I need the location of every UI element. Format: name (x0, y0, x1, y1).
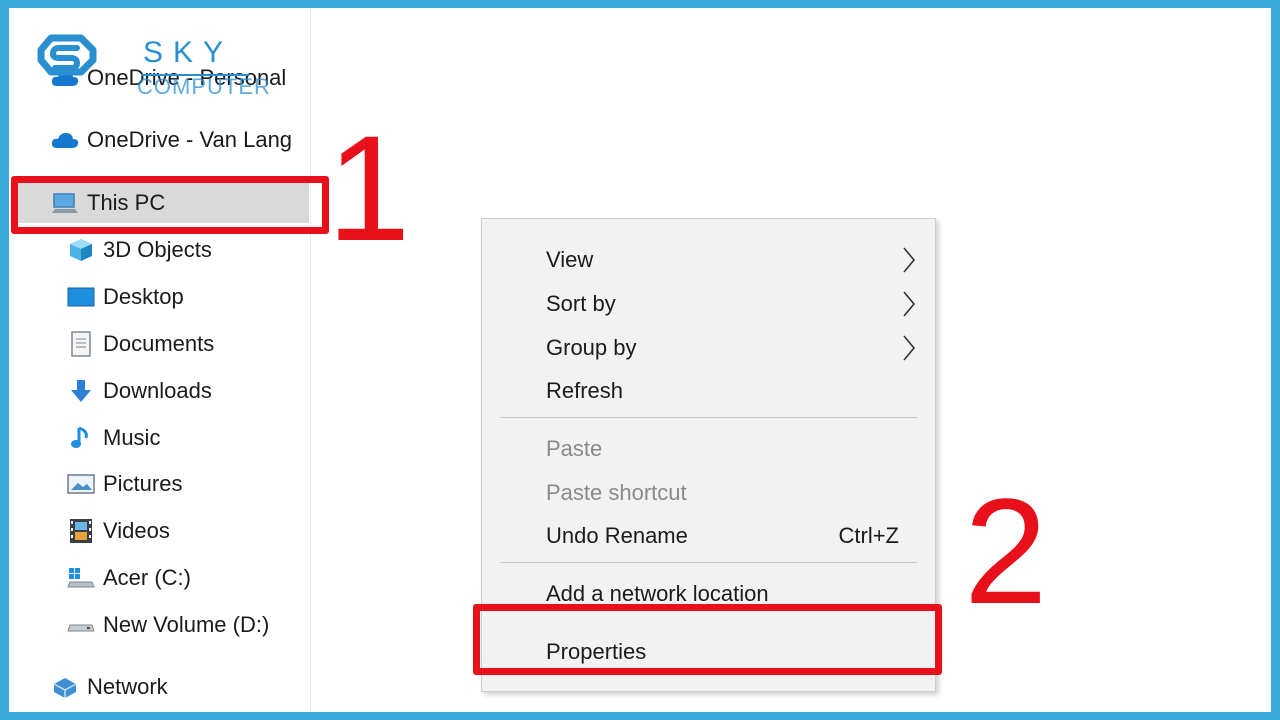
chevron-right-icon (902, 290, 916, 324)
chevron-right-icon (902, 334, 916, 368)
menu-item-paste[interactable]: Paste (482, 429, 935, 469)
menu-separator (500, 417, 917, 418)
menu-label: Undo Rename (546, 523, 688, 548)
menu-label: Refresh (546, 378, 624, 403)
shortcut-hint: Ctrl+Z (838, 523, 900, 548)
nav-label: Network (87, 674, 168, 699)
nav-videos[interactable]: Videos (65, 511, 170, 551)
desktop-icon (65, 283, 97, 311)
nav-3d-objects[interactable]: 3D Objects (65, 230, 212, 270)
nav-pictures[interactable]: Pictures (65, 464, 182, 504)
menu-item-view[interactable]: View (482, 240, 935, 280)
logo-brand: SKY (143, 36, 234, 69)
menu-item-refresh[interactable]: Refresh (482, 371, 935, 411)
nav-label: Videos (103, 518, 170, 543)
film-strip-icon (65, 517, 97, 545)
chevron-right-icon (902, 246, 916, 280)
highlight-box-properties (473, 604, 942, 675)
network-icon (49, 673, 81, 701)
menu-item-sort-by[interactable]: Sort by (482, 284, 935, 324)
menu-item-undo-rename[interactable]: Undo Rename Ctrl+Z (482, 516, 935, 556)
nav-label: Music (103, 425, 161, 450)
sky-computer-logo: SKY COMPUTER (37, 30, 270, 100)
nav-network[interactable]: Network (49, 667, 168, 707)
cube-icon (65, 236, 97, 264)
step-number-2: 2 (964, 467, 1048, 635)
nav-label: New Volume (D:) (103, 612, 270, 637)
onedrive-cloud-icon (49, 126, 81, 154)
navigation-pane: OneDrive - Personal OneDrive - Van Lang … (9, 8, 311, 712)
menu-label: Paste shortcut (546, 480, 687, 505)
download-arrow-icon (65, 377, 97, 405)
nav-label: Pictures (103, 471, 183, 496)
nav-drive-d[interactable]: New Volume (D:) (65, 605, 269, 645)
document-icon (65, 330, 97, 358)
menu-label: Group by (546, 335, 637, 360)
nav-label: Downloads (103, 378, 212, 403)
menu-separator (500, 562, 917, 563)
menu-label: Sort by (546, 291, 616, 316)
logo-sub: COMPUTER (137, 74, 271, 99)
windows-drive-icon (65, 564, 97, 592)
nav-music[interactable]: Music (65, 418, 160, 458)
menu-item-group-by[interactable]: Group by (482, 328, 935, 368)
step-number-1: 1 (327, 104, 411, 272)
menu-item-paste-shortcut[interactable]: Paste shortcut (482, 473, 935, 513)
nav-label: 3D Objects (103, 237, 212, 262)
highlight-box-this-pc (11, 176, 329, 234)
nav-label: OneDrive - Van Lang (87, 127, 293, 152)
nav-label: Documents (103, 331, 215, 356)
nav-documents[interactable]: Documents (65, 324, 214, 364)
music-note-icon (65, 424, 97, 452)
explorer-window: OneDrive - Personal OneDrive - Van Lang … (9, 8, 1271, 712)
logo-mark-icon (37, 34, 97, 76)
nav-desktop[interactable]: Desktop (65, 277, 184, 317)
menu-label: View (546, 247, 594, 272)
nav-label: Acer (C:) (103, 565, 191, 590)
nav-drive-c[interactable]: Acer (C:) (65, 558, 191, 598)
pictures-icon (65, 470, 97, 498)
nav-downloads[interactable]: Downloads (65, 371, 212, 411)
nav-onedrive-van-lang[interactable]: OneDrive - Van Lang (49, 120, 292, 160)
drive-icon (65, 611, 97, 639)
menu-label: Paste (546, 436, 603, 461)
nav-label: Desktop (103, 284, 184, 309)
